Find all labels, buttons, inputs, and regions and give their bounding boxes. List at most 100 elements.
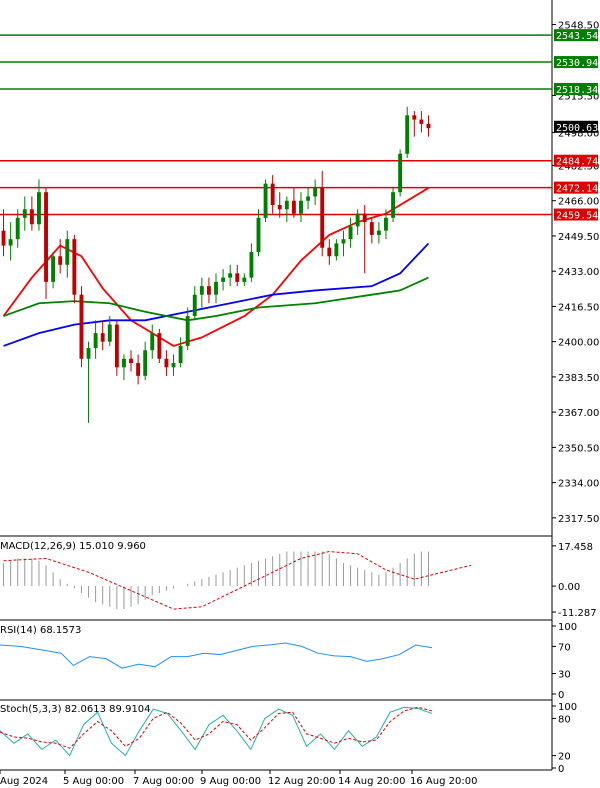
candle-body [306,196,311,201]
price-tick-label: 2466.00 [558,197,599,208]
level-tag-label: 2530.94 [556,58,598,69]
candle-body [171,363,176,368]
price-tick-label: 2400.00 [558,338,599,349]
chart-root: 2548.50 2515.30 2498.00 2482.50 2466.00 2449.… [0,0,600,788]
candle-body [348,226,353,240]
candle-body [29,209,34,225]
candle-body [228,273,233,278]
candle-body [51,256,56,282]
time-tick-label: 14 Aug 20:00 [338,776,405,787]
candle-body [58,256,63,265]
macd-title: MACD(12,26,9) 15.010 9.960 [0,541,146,552]
stochastic-tick-label: 20 [558,752,571,763]
candle-body [121,358,126,368]
candle-body [391,192,395,218]
macd-tick-label: 0.00 [558,582,580,593]
candle-body [150,333,155,351]
candle-body [107,324,112,342]
stochastic-tick-label: 100 [558,702,577,713]
price-tick-label: 2317.50 [558,514,599,525]
candle-body [214,281,218,295]
candle-body [284,200,289,210]
price-tick-label: 2383.50 [558,373,599,384]
candle-body [398,153,403,193]
level-tag-label: 2484.74 [556,157,598,168]
time-tick-label: 9 Aug 00:00 [200,776,261,787]
candle-body [100,333,105,342]
candle-body [235,273,240,282]
candle-body [277,205,282,210]
stochastic-tick-label: 80 [558,714,571,725]
candle-body [79,294,84,359]
candle-body [419,119,424,124]
candle-body [426,123,431,129]
candle-body [256,217,261,252]
level-tag-label: 2459.54 [556,211,598,222]
candle-body [369,222,374,235]
rsi-tick-label: 100 [558,622,577,633]
candle-body [291,200,296,214]
price-tick-label: 2367.00 [558,408,599,419]
macd-tick-label: -11.287 [558,608,597,619]
time-tick-label: 7 Aug 00:00 [133,776,194,787]
candle-body [362,213,367,223]
candle-body [412,115,417,120]
candle-body [320,187,325,248]
candle-body [157,333,162,359]
candle-body [72,239,77,295]
candle-body [249,251,254,278]
candle-body [192,294,197,317]
candle-body [405,115,410,154]
candle-body [341,239,346,244]
rsi-title: RSI(14) 68.1573 [0,625,81,636]
chart-canvas: 2548.502515.302498.002482.502466.002449.… [0,0,600,788]
level-tag-label: 2543.54 [556,31,598,42]
stochastic-tick-label: 0 [558,764,564,775]
candle-body [384,217,388,231]
candle-body [270,183,275,206]
candle-body [313,187,318,197]
time-tick-label: 12 Aug 20:00 [268,776,335,787]
candle-body [221,277,226,282]
level-tag-label: 2518.34 [556,85,598,96]
candle-body [242,277,247,282]
time-tick-label: Aug 2024 [0,776,48,787]
candle-body [143,350,148,376]
candle-body [114,324,119,368]
candle-body [1,230,6,246]
candle-body [164,358,169,368]
candle-body [37,192,41,225]
candle-body [22,209,27,218]
candle-body [129,358,133,364]
candle-body [376,230,381,235]
price-tick-label: 2433.00 [558,267,599,278]
candle-body [206,286,211,295]
price-tick-label: 2350.50 [558,443,599,454]
candle-body [263,183,268,218]
candle-body [44,192,48,282]
candle-body [15,217,20,240]
price-tick-label: 2416.50 [558,302,599,313]
candle-body [355,213,360,227]
price-tick-label: 2334.00 [558,479,599,490]
candle-body [93,333,98,349]
rsi-tick-label: 30 [558,670,571,681]
candle-body [86,348,91,359]
level-tag-label: 2472.14 [556,184,598,195]
rsi-tick-label: 70 [558,642,571,653]
stochastic-title: Stoch(5,3,3) 82.0613 89.9104 [0,704,151,715]
candle-body [65,239,70,265]
candle-body [299,200,303,214]
time-tick-label: 5 Aug 00:00 [63,776,124,787]
time-tick-label: 16 Aug 20:00 [410,776,477,787]
macd-tick-label: 17.458 [558,542,593,553]
current-price-label: 2500.63 [556,123,598,134]
candle-body [185,316,190,346]
candle-body [199,286,204,295]
candle-body [327,247,332,257]
price-tick-label: 2449.50 [558,232,599,243]
background [0,0,600,788]
candle-body [178,345,183,364]
rsi-tick-label: 0 [558,690,564,701]
candle-body [136,363,141,376]
